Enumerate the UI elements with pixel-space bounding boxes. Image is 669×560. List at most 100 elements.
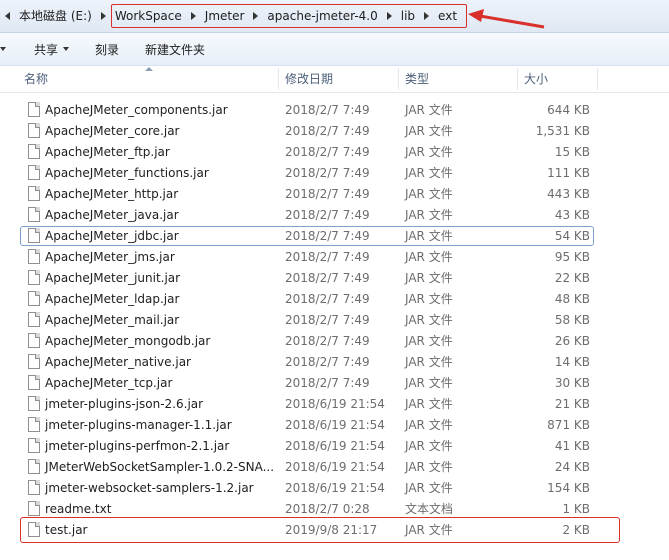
file-date: 2018/2/7 7:49 [285, 145, 370, 159]
column-divider[interactable] [398, 68, 399, 90]
chevron-left-icon[interactable] [5, 12, 10, 20]
file-date: 2018/2/7 7:49 [285, 271, 370, 285]
file-date: 2018/2/7 7:49 [285, 376, 370, 390]
column-date[interactable]: 修改日期 [285, 66, 333, 92]
file-size: 26 KB [554, 334, 590, 348]
file-size: 443 KB [547, 187, 590, 201]
file-date: 2019/9/8 21:17 [285, 523, 378, 537]
burn-label: 刻录 [95, 42, 120, 57]
file-row[interactable]: ApacheJMeter_ldap.jar 2018/2/7 7:49 JAR 文件… [0, 289, 669, 310]
file-row[interactable]: ApacheJMeter_jdbc.jar 2018/2/7 7:49 JAR 文件… [0, 226, 669, 247]
file-size: 30 KB [554, 376, 590, 390]
file-name: ApacheJMeter_mongodb.jar [45, 334, 211, 348]
file-type: JAR 文件 [405, 523, 453, 537]
file-size: 15 KB [554, 145, 590, 159]
breadcrumb-lib[interactable]: lib [396, 6, 420, 26]
file-date: 2018/2/7 7:49 [285, 229, 370, 243]
file-icon [28, 396, 40, 411]
file-icon [28, 270, 40, 285]
chevron-right-icon[interactable] [386, 12, 392, 20]
annotation-arrow-icon [468, 9, 545, 29]
organize-dropdown[interactable] [0, 33, 8, 65]
breadcrumb-jmeter[interactable]: Jmeter [200, 6, 250, 26]
share-button[interactable]: 共享 [34, 41, 70, 58]
file-row[interactable]: ApacheJMeter_components.jar 2018/2/7 7:49… [0, 100, 669, 121]
file-size: 58 KB [554, 313, 590, 327]
file-list: ApacheJMeter_components.jar 2018/2/7 7:49… [0, 100, 669, 543]
new-folder-button[interactable]: 新建文件夹 [145, 41, 205, 58]
file-row[interactable]: jmeter-websocket-samplers-1.2.jar 2018/6/… [0, 478, 669, 499]
file-row[interactable]: ApacheJMeter_mail.jar 2018/2/7 7:49 JAR 文件… [0, 310, 669, 331]
column-header: 名称 修改日期 类型 大小 [0, 66, 669, 93]
file-icon [28, 291, 40, 306]
file-date: 2018/6/19 21:54 [285, 418, 385, 432]
file-row[interactable]: ApacheJMeter_mongodb.jar 2018/2/7 7:49 JAR… [0, 331, 669, 352]
file-row[interactable]: ApacheJMeter_core.jar 2018/2/7 7:49 JAR 文件… [0, 121, 669, 142]
file-size: 154 KB [547, 481, 590, 495]
file-type: JAR 文件 [405, 439, 453, 453]
address-bar[interactable]: 本地磁盘 (E:) WorkSpace Jmeter apache-jmeter… [0, 0, 669, 33]
file-row[interactable]: JMeterWebSocketSampler-1.0.2-SNA... 2018/… [0, 457, 669, 478]
file-type: JAR 文件 [405, 187, 453, 201]
chevron-right-icon[interactable] [424, 12, 430, 20]
column-divider[interactable] [517, 68, 518, 90]
column-name[interactable]: 名称 [24, 66, 48, 92]
file-type: JAR 文件 [405, 397, 453, 411]
file-row[interactable]: jmeter-plugins-json-2.6.jar 2018/6/19 21:… [0, 394, 669, 415]
breadcrumb-ext[interactable]: ext [433, 6, 462, 26]
file-date: 2018/2/7 7:49 [285, 334, 370, 348]
chevron-right-icon[interactable] [190, 12, 196, 20]
command-bar: 共享 刻录 新建文件夹 [0, 33, 669, 66]
file-row[interactable]: test.jar 2019/9/8 21:17 JAR 文件 2 KB [0, 517, 669, 543]
burn-button[interactable]: 刻录 [95, 41, 119, 58]
breadcrumb-drive[interactable]: 本地磁盘 (E:) [14, 6, 97, 26]
column-type[interactable]: 类型 [405, 66, 429, 92]
file-icon [28, 228, 40, 243]
file-row[interactable]: ApacheJMeter_tcp.jar 2018/2/7 7:49 JAR 文件 3… [0, 373, 669, 394]
file-row[interactable]: ApacheJMeter_java.jar 2018/2/7 7:49 JAR 文件… [0, 205, 669, 226]
file-name: ApacheJMeter_functions.jar [45, 166, 209, 180]
file-date: 2018/2/7 7:49 [285, 292, 370, 306]
chevron-right-icon[interactable] [100, 12, 106, 20]
file-name: ApacheJMeter_native.jar [45, 355, 191, 369]
file-size: 2 KB [562, 523, 590, 537]
file-row[interactable]: ApacheJMeter_jms.jar 2018/2/7 7:49 JAR 文件 9… [0, 247, 669, 268]
breadcrumb-apache-jmeter[interactable]: apache-jmeter-4.0 [262, 6, 382, 26]
file-name: ApacheJMeter_mail.jar [45, 313, 180, 327]
file-row[interactable]: ApacheJMeter_ftp.jar 2018/2/7 7:49 JAR 文件 1… [0, 142, 669, 163]
file-date: 2018/6/19 21:54 [285, 397, 385, 411]
file-name: ApacheJMeter_http.jar [45, 187, 179, 201]
file-icon [28, 144, 40, 159]
file-row[interactable]: ApacheJMeter_http.jar 2018/2/7 7:49 JAR 文件… [0, 184, 669, 205]
file-icon [28, 312, 40, 327]
file-type: JAR 文件 [405, 103, 453, 117]
column-size[interactable]: 大小 [524, 66, 548, 92]
file-row[interactable]: jmeter-plugins-perfmon-2.1.jar 2018/6/19 … [0, 436, 669, 457]
column-divider[interactable] [278, 68, 279, 90]
file-size: 24 KB [554, 460, 590, 474]
file-row[interactable]: jmeter-plugins-manager-1.1.jar 2018/6/19 … [0, 415, 669, 436]
file-row[interactable]: ApacheJMeter_functions.jar 2018/2/7 7:49 J… [0, 163, 669, 184]
chevron-right-icon[interactable] [253, 12, 259, 20]
file-icon [28, 333, 40, 348]
file-date: 2018/2/7 7:49 [285, 124, 370, 138]
file-type: JAR 文件 [405, 334, 453, 348]
file-type: JAR 文件 [405, 271, 453, 285]
file-type: JAR 文件 [405, 250, 453, 264]
file-name: JMeterWebSocketSampler-1.0.2-SNA... [45, 460, 275, 474]
breadcrumb-workspace[interactable]: WorkSpace [110, 6, 187, 26]
file-row[interactable]: ApacheJMeter_junit.jar 2018/2/7 7:49 JAR 文… [0, 268, 669, 289]
file-type: JAR 文件 [405, 355, 453, 369]
file-row[interactable]: ApacheJMeter_native.jar 2018/2/7 7:49 JAR … [0, 352, 669, 373]
file-date: 2018/6/19 21:54 [285, 481, 385, 495]
file-size: 41 KB [554, 439, 590, 453]
breadcrumb: 本地磁盘 (E:) WorkSpace Jmeter apache-jmeter… [0, 6, 462, 26]
file-type: JAR 文件 [405, 166, 453, 180]
file-type: JAR 文件 [405, 208, 453, 222]
file-size: 111 KB [547, 166, 590, 180]
file-icon [28, 165, 40, 180]
file-date: 2018/2/7 7:49 [285, 103, 370, 117]
file-type: JAR 文件 [405, 481, 453, 495]
column-divider[interactable] [597, 68, 598, 90]
file-date: 2018/2/7 7:49 [285, 250, 370, 264]
